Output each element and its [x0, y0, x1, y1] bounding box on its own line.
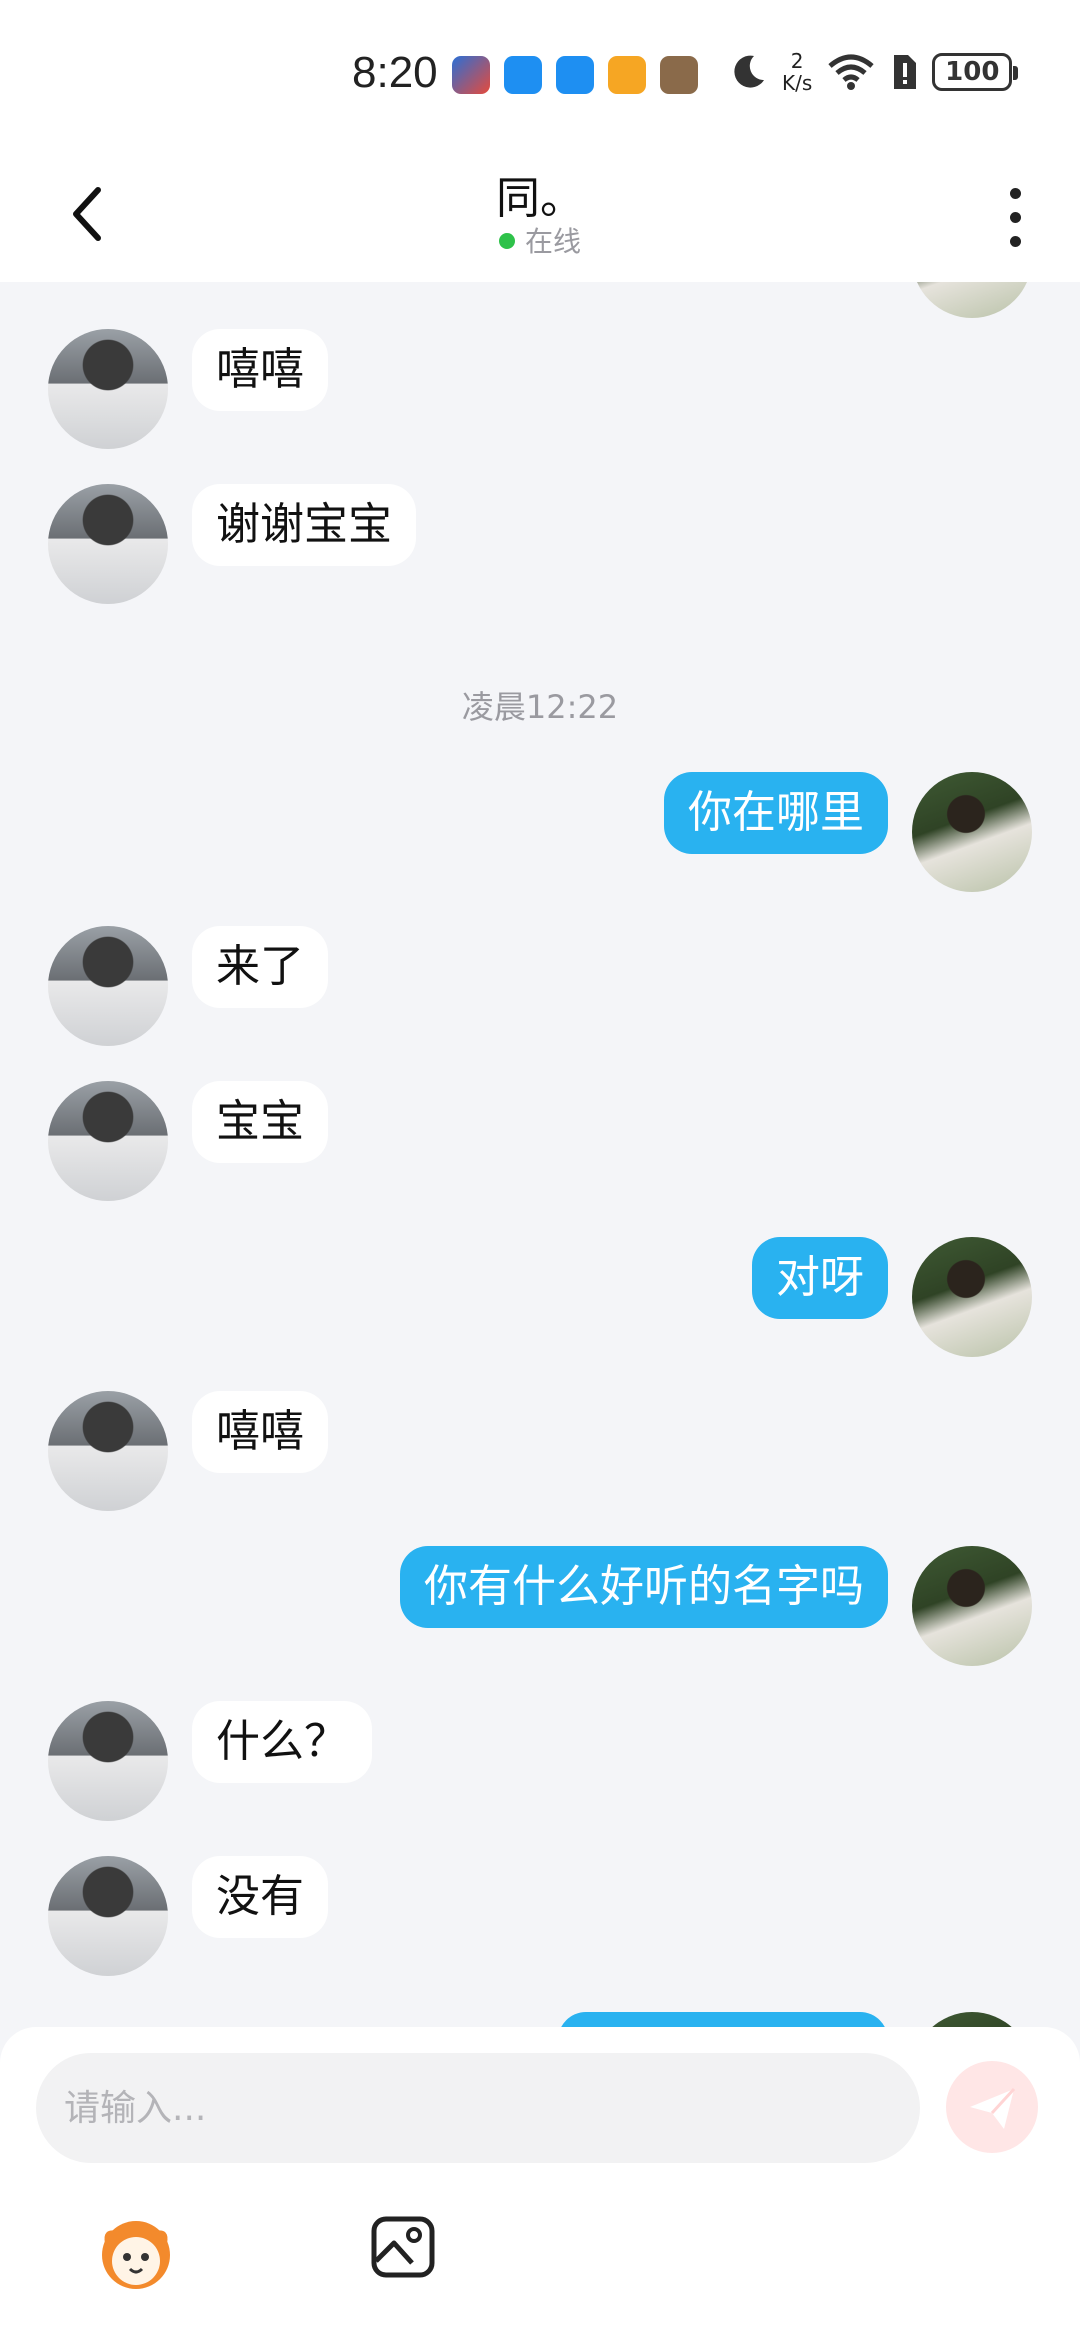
message-bubble-incoming[interactable]: 嘻嘻 — [192, 329, 328, 411]
avatar[interactable] — [48, 484, 168, 604]
contact-name: 同。 — [496, 173, 584, 224]
network-speed-unit: K/s — [782, 71, 813, 95]
network-speed: 2 K/s — [782, 50, 812, 94]
message-composer — [0, 2027, 1080, 2340]
message-list[interactable]: 嘻嘻 谢谢宝宝 凌晨12:22 你在哪里 来了 宝宝 对呀 嘻嘻 你有什么好听的… — [0, 282, 1080, 2027]
chat-header: 同。 在线 — [0, 150, 1080, 282]
wifi-icon — [828, 54, 874, 90]
more-options-button[interactable] — [995, 178, 1035, 258]
image-icon — [371, 2216, 435, 2278]
network-speed-value: 2 — [790, 49, 804, 73]
image-picker-button[interactable] — [370, 2213, 438, 2281]
avatar[interactable] — [48, 1081, 168, 1201]
avatar[interactable] — [48, 1701, 168, 1821]
avatar[interactable] — [48, 926, 168, 1046]
avatar[interactable] — [48, 329, 168, 449]
notification-icons — [452, 56, 698, 94]
avatar[interactable] — [912, 772, 1032, 892]
online-status-label: 在线 — [524, 225, 581, 258]
online-status: 在线 — [0, 220, 1080, 260]
cartoon-face-icon — [102, 2221, 170, 2289]
battery-indicator: 100 — [932, 53, 1019, 91]
message-bubble-incoming[interactable]: 宝宝 — [192, 1081, 328, 1163]
message-bubble-outgoing[interactable] — [558, 2012, 888, 2027]
sim-alert-icon — [894, 55, 917, 89]
emoji-sticker-button[interactable] — [92, 2207, 180, 2295]
send-button[interactable] — [946, 2061, 1038, 2153]
message-bubble-incoming[interactable]: 来了 — [192, 926, 328, 1008]
status-time: 8:20 — [352, 48, 438, 97]
avatar[interactable] — [48, 1856, 168, 1976]
avatar[interactable] — [912, 282, 1032, 318]
message-bubble-incoming[interactable]: 什么？ — [192, 1701, 372, 1783]
message-bubble-incoming[interactable]: 没有 — [192, 1856, 328, 1938]
avatar[interactable] — [912, 1237, 1032, 1357]
message-bubble-incoming[interactable]: 嘻嘻 — [192, 1391, 328, 1473]
photo-app-icon — [660, 56, 698, 94]
send-icon — [970, 2087, 1016, 2129]
cloud-app-icon — [556, 56, 594, 94]
message-bubble-outgoing[interactable]: 对呀 — [752, 1237, 888, 1319]
online-dot-icon — [498, 233, 515, 249]
system-indicators: 2 K/s 100 — [728, 50, 1019, 94]
avatar[interactable] — [912, 1546, 1032, 1666]
message-bubble-outgoing[interactable]: 你有什么好听的名字吗 — [400, 1546, 888, 1628]
moon-icon — [734, 55, 764, 88]
message-bubble-incoming[interactable]: 谢谢宝宝 — [192, 484, 416, 566]
avatar[interactable] — [48, 1391, 168, 1511]
cloud-app-icon — [504, 56, 542, 94]
orange-app-icon — [608, 56, 646, 94]
status-bar: 8:20 2 K/s 100 — [0, 0, 1080, 150]
avatar[interactable] — [912, 2012, 1032, 2027]
message-input[interactable] — [36, 2053, 920, 2163]
message-bubble-outgoing[interactable]: 你在哪里 — [664, 772, 888, 854]
game-app-icon — [452, 56, 490, 94]
message-timestamp: 凌晨12:22 — [461, 688, 619, 726]
